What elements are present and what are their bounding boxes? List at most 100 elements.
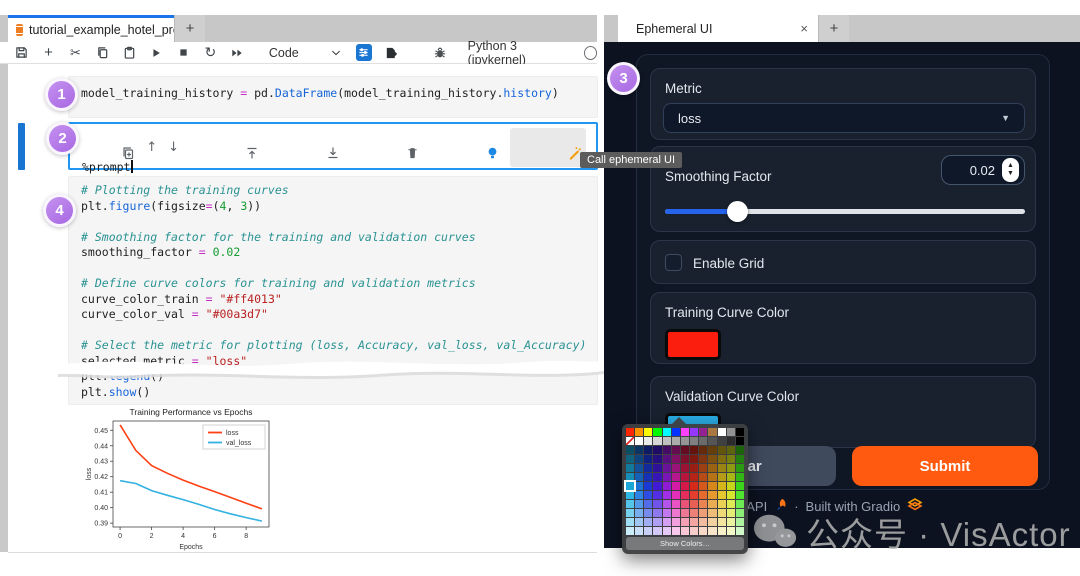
color-swatch[interactable]	[680, 446, 690, 454]
smoothing-number-input[interactable]: 0.02 ▲ ▼	[941, 155, 1025, 185]
save-button[interactable]	[14, 45, 29, 61]
color-swatch[interactable]	[708, 428, 717, 436]
metric-dropdown[interactable]: loss ▼	[663, 103, 1025, 133]
color-swatch[interactable]	[671, 509, 680, 517]
color-swatch[interactable]	[717, 509, 726, 517]
color-swatch[interactable]	[644, 491, 653, 499]
color-swatch[interactable]	[680, 437, 690, 445]
color-swatch[interactable]	[726, 455, 735, 463]
color-swatch[interactable]	[735, 482, 745, 490]
debug-button[interactable]	[433, 45, 448, 61]
delete-cell-button[interactable]	[351, 131, 419, 165]
color-swatch[interactable]	[717, 446, 726, 454]
new-tab-button[interactable]: +	[818, 15, 849, 42]
color-swatch[interactable]	[690, 464, 699, 472]
color-swatch[interactable]	[635, 518, 644, 526]
color-swatch[interactable]	[626, 500, 635, 508]
color-swatch[interactable]	[626, 473, 635, 481]
ai-suggest-button[interactable]	[430, 131, 498, 165]
color-swatch[interactable]	[726, 527, 735, 535]
color-swatch[interactable]	[690, 455, 699, 463]
color-swatch[interactable]	[644, 428, 653, 436]
cell-tools-button[interactable]	[355, 44, 372, 61]
color-swatch[interactable]	[717, 428, 726, 436]
color-swatch[interactable]	[671, 482, 680, 490]
color-swatch[interactable]	[623, 480, 637, 492]
show-colors-button[interactable]: Show Colors…	[626, 537, 744, 550]
number-stepper[interactable]: ▲ ▼	[1002, 158, 1019, 182]
insert-cell-below-button[interactable]	[270, 131, 339, 165]
color-swatch[interactable]	[635, 455, 644, 463]
color-swatch[interactable]	[735, 437, 745, 445]
color-swatch[interactable]	[662, 518, 671, 526]
run-cell-button[interactable]	[149, 45, 164, 61]
color-swatch[interactable]	[690, 437, 699, 445]
color-swatch[interactable]	[708, 464, 717, 472]
color-swatch[interactable]	[717, 455, 726, 463]
color-swatch[interactable]	[726, 428, 735, 436]
color-swatch[interactable]	[653, 482, 662, 490]
tab-close-icon[interactable]: ×	[800, 21, 808, 36]
no-color-swatch[interactable]	[626, 437, 635, 445]
color-swatch[interactable]	[699, 518, 708, 526]
color-swatch[interactable]	[717, 500, 726, 508]
color-swatch[interactable]	[690, 428, 699, 436]
kernel-status-icon[interactable]	[583, 45, 597, 60]
color-swatch[interactable]	[680, 464, 690, 472]
color-swatch[interactable]	[653, 464, 662, 472]
color-swatch[interactable]	[735, 464, 745, 472]
color-swatch[interactable]	[626, 446, 635, 454]
tab-ephemeral-ui[interactable]: Ephemeral UI ×	[618, 15, 818, 42]
color-swatch[interactable]	[635, 473, 644, 481]
color-swatch[interactable]	[726, 491, 735, 499]
insert-cell-above-button[interactable]	[190, 131, 259, 165]
color-swatch[interactable]	[699, 437, 708, 445]
color-swatch[interactable]	[717, 518, 726, 526]
color-swatch[interactable]	[699, 500, 708, 508]
color-swatch[interactable]	[726, 464, 735, 472]
color-swatch[interactable]	[635, 464, 644, 472]
copy-cell-button[interactable]	[95, 45, 110, 61]
color-swatch[interactable]	[626, 527, 635, 535]
color-swatch[interactable]	[690, 446, 699, 454]
color-swatch[interactable]	[726, 509, 735, 517]
color-swatch[interactable]	[735, 509, 745, 517]
color-swatch[interactable]	[699, 455, 708, 463]
color-swatch[interactable]	[662, 455, 671, 463]
color-swatch[interactable]	[662, 446, 671, 454]
color-swatch[interactable]	[708, 518, 717, 526]
color-swatch[interactable]	[717, 464, 726, 472]
color-swatch[interactable]	[735, 518, 745, 526]
train-color-swatch[interactable]	[665, 329, 721, 360]
color-swatch[interactable]	[662, 491, 671, 499]
color-swatch[interactable]	[680, 500, 690, 508]
color-swatch[interactable]	[662, 464, 671, 472]
move-cell-down-button[interactable]: ↓	[168, 140, 179, 156]
color-swatch[interactable]	[717, 491, 726, 499]
color-swatch[interactable]	[680, 482, 690, 490]
color-swatch[interactable]	[680, 491, 690, 499]
color-swatch[interactable]	[680, 428, 690, 436]
color-swatch[interactable]	[680, 455, 690, 463]
color-swatch[interactable]	[735, 428, 745, 436]
color-swatch[interactable]	[635, 491, 644, 499]
stepper-up-icon[interactable]: ▲	[1007, 162, 1014, 170]
macos-color-picker[interactable]: Show Colors…	[622, 417, 748, 554]
color-swatch[interactable]	[717, 527, 726, 535]
color-swatch[interactable]	[653, 437, 662, 445]
color-swatch[interactable]	[699, 473, 708, 481]
color-swatch[interactable]	[671, 500, 680, 508]
color-swatch[interactable]	[699, 464, 708, 472]
submit-button[interactable]: Submit	[852, 446, 1038, 486]
color-swatch[interactable]	[671, 446, 680, 454]
color-swatch[interactable]	[644, 482, 653, 490]
color-swatch[interactable]	[735, 455, 745, 463]
color-swatch[interactable]	[708, 509, 717, 517]
color-swatch[interactable]	[726, 518, 735, 526]
color-swatch[interactable]	[680, 518, 690, 526]
color-swatch[interactable]	[635, 437, 644, 445]
color-swatch[interactable]	[726, 473, 735, 481]
color-swatch[interactable]	[671, 473, 680, 481]
color-swatch[interactable]	[690, 473, 699, 481]
color-swatch[interactable]	[690, 527, 699, 535]
